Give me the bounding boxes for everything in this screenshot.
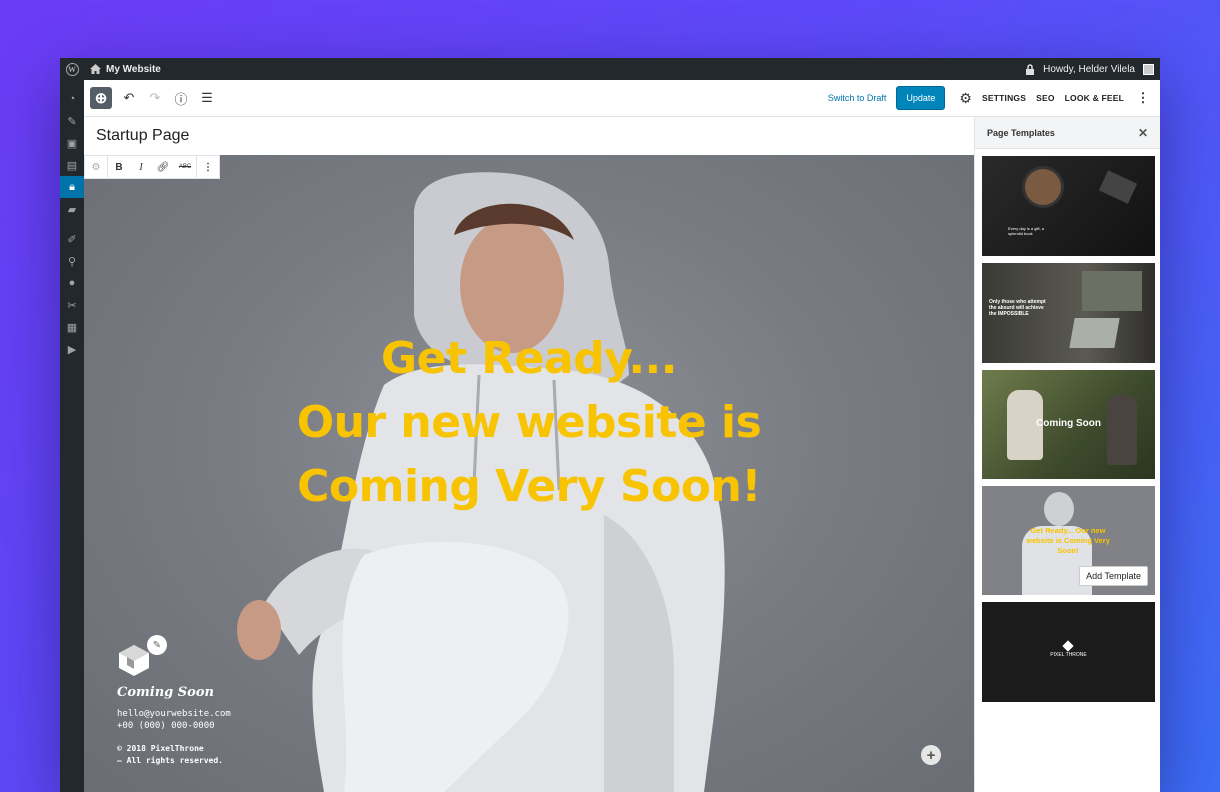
template-thumbnail-5[interactable]: PIXEL THRONE (982, 602, 1155, 702)
more-options-icon[interactable]: ⋮ (1134, 89, 1152, 107)
thumbnail-5-text: PIXEL THRONE (1050, 652, 1087, 658)
lock-menu-icon[interactable]: 🔒︎ (60, 176, 84, 198)
close-icon[interactable]: ✕ (1138, 126, 1148, 140)
brand-logo: ✎ (117, 635, 171, 679)
add-block-icon[interactable]: + (921, 745, 941, 765)
outline-icon[interactable]: ☰ (198, 89, 216, 107)
hero-block[interactable]: ⚙ B I 🔗︎ ABC ⋮ Get Ready... Our new webs… (84, 155, 974, 792)
editor-toolbar: ⊕ ↶ ↷ ⓘ ☰ Switch to Draft Update ⚙ SETTI… (84, 80, 1160, 117)
editor-canvas: Startup Page ⚙ B I 🔗︎ ABC ⋮ Get Ready...… (84, 117, 974, 792)
more-block-options-icon[interactable]: ⋮ (197, 156, 219, 178)
block-toolbar: ⚙ B I 🔗︎ ABC ⋮ (84, 155, 220, 179)
user-greeting[interactable]: Howdy, Helder Vilela (1043, 64, 1135, 75)
appearance-icon[interactable]: ✐ (60, 228, 84, 250)
copyright-line-2: — All rights reserved. (117, 756, 223, 765)
lock-icon[interactable] (1025, 63, 1035, 75)
pin-icon[interactable]: ✎ (60, 110, 84, 132)
pages-icon[interactable]: ▤ (60, 154, 84, 176)
thumbnail-1-text: Every day is a gift, a splendid book (1008, 226, 1045, 236)
italic-icon[interactable]: I (130, 156, 152, 178)
strikethrough-icon[interactable]: ABC (174, 156, 196, 178)
add-template-button[interactable]: Add Template (1079, 566, 1148, 586)
pencil-icon[interactable]: ✎ (147, 635, 167, 655)
footer-phone: +00 (000) 000-0000 (117, 721, 215, 731)
link-icon[interactable]: 🔗︎ (152, 156, 174, 178)
redo-icon[interactable]: ↷ (146, 89, 164, 107)
page-title[interactable]: Startup Page (96, 127, 189, 145)
copyright-line-1: © 2018 PixelThrone (117, 744, 204, 753)
thumbnail-3-text: Coming Soon (1036, 418, 1101, 429)
seo-tab[interactable]: SEO (1036, 93, 1055, 103)
wordpress-logo-icon[interactable]: W (60, 58, 84, 80)
undo-icon[interactable]: ↶ (120, 89, 138, 107)
home-icon (90, 64, 101, 74)
template-thumbnail-4[interactable]: Get Ready... Our new website is Coming V… (982, 486, 1155, 595)
media-icon[interactable]: ▣ (60, 132, 84, 154)
site-link[interactable]: My Website (90, 64, 161, 75)
template-thumbnail-3[interactable]: Coming Soon (982, 370, 1155, 479)
bold-icon[interactable]: B (108, 156, 130, 178)
footer-block[interactable]: ✎ Coming Soon hello@yourwebsite.com +00 … (117, 635, 231, 767)
tools-icon[interactable]: ✂ (60, 294, 84, 316)
comments-icon[interactable]: ▰ (60, 198, 84, 220)
headline-line-3: Coming Very Soon! (297, 461, 761, 512)
footer-email: hello@yourwebsite.com (117, 709, 231, 719)
add-block-button[interactable]: ⊕ (90, 87, 112, 109)
site-name: My Website (106, 63, 161, 75)
admin-sidebar: ◔ ✎ ▣ ▤ 🔒︎ ▰ ✐ ⚲ ● ✂ ▦ ▶ (60, 80, 84, 792)
look-and-feel-tab[interactable]: LOOK & FEEL (1065, 93, 1124, 103)
headline-line-2: Our new website is (296, 397, 762, 448)
footer-title: Coming Soon (117, 685, 214, 700)
editor-window: W My Website Howdy, Helder Vilela ◔ ✎ ▣ … (60, 58, 1160, 792)
users-icon[interactable]: ● (60, 272, 84, 294)
avatar[interactable] (1143, 63, 1154, 75)
switch-to-draft-button[interactable]: Switch to Draft (828, 93, 887, 103)
update-button[interactable]: Update (896, 86, 946, 110)
template-thumbnail-1[interactable]: Every day is a gift, a splendid book (982, 156, 1155, 256)
thumbnail-4-text: Get Ready... Our new website is Coming V… (1026, 526, 1110, 555)
settings-menu-icon[interactable]: ▦ (60, 316, 84, 338)
gear-icon[interactable]: ⚙ (959, 90, 972, 107)
block-settings-icon[interactable]: ⚙ (85, 156, 107, 178)
info-icon[interactable]: ⓘ (172, 89, 190, 107)
play-icon[interactable]: ▶ (60, 338, 84, 360)
plugins-icon[interactable]: ⚲ (60, 250, 84, 272)
headline[interactable]: Get Ready... Our new website is Coming V… (84, 327, 974, 519)
settings-tab[interactable]: SETTINGS (982, 93, 1026, 103)
thumbnail-2-text: Only those who attempt the absurd will a… (989, 299, 1046, 317)
headline-line-1: Get Ready... (380, 333, 678, 384)
dashboard-icon[interactable]: ◔ (60, 88, 84, 110)
page-templates-panel: Page Templates ✕ Every day is a gift, a … (974, 117, 1160, 792)
admin-bar: W My Website Howdy, Helder Vilela (60, 58, 1160, 80)
template-thumbnail-2[interactable]: Only those who attempt the absurd will a… (982, 263, 1155, 363)
panel-title: Page Templates (987, 127, 1055, 138)
